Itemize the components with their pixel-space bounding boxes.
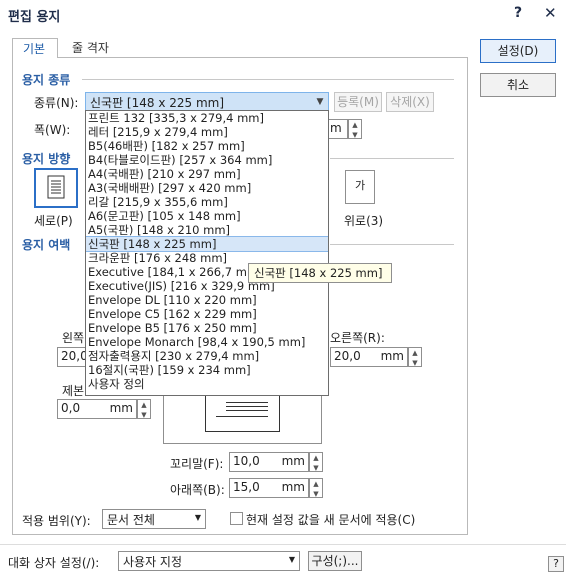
section-margins: 용지 여백: [22, 238, 71, 252]
dropdown-item[interactable]: Envelope B5 [176 x 250 mm]: [86, 321, 328, 335]
dialog-setting-label: 대화 상자 설정(/):: [8, 556, 100, 570]
dropdown-item[interactable]: 리갈 [215,9 x 355,6 mm]: [86, 195, 328, 209]
paper-kind-label: 종류(N):: [34, 96, 79, 110]
right-margin-value: 20,0: [334, 349, 361, 363]
binding-label: 제본: [62, 384, 85, 398]
apply-new-doc-checkbox[interactable]: [230, 512, 243, 525]
bottom-margin-spinner[interactable]: ▲ ▼: [309, 478, 323, 498]
right-margin-input[interactable]: 20,0 mm: [330, 347, 408, 367]
dropdown-item[interactable]: Envelope DL [110 x 220 mm]: [86, 293, 328, 307]
bottom-margin-label: 아래쪽(B):: [170, 483, 225, 497]
dropdown-item[interactable]: 사용자 정의: [86, 377, 328, 391]
close-button[interactable]: ✕: [544, 4, 557, 22]
rotated-glyph: 가: [354, 179, 366, 192]
chevron-down-icon: ▼: [288, 555, 295, 564]
section-divider: [82, 79, 454, 80]
dropdown-item[interactable]: B5(46배판) [182 x 257 mm]: [86, 139, 328, 153]
dropdown-item[interactable]: A4(국배판) [210 x 297 mm]: [86, 167, 328, 181]
dropdown-item[interactable]: 16절지(국판) [159 x 234 mm]: [86, 363, 328, 377]
bottom-margin-input[interactable]: 15,0 mm: [229, 478, 309, 498]
apply-scope-value: 문서 전체: [107, 513, 155, 527]
dropdown-item[interactable]: A3(국배배판) [297 x 420 mm]: [86, 181, 328, 195]
section-orientation: 용지 방향: [22, 152, 71, 166]
config-button[interactable]: 구성(;)...: [308, 551, 362, 571]
dropdown-item[interactable]: A5(국판) [148 x 210 mm]: [86, 223, 328, 237]
dialog-title: 편집 용지: [8, 10, 61, 25]
footer-divider: [0, 544, 566, 545]
delete-button[interactable]: 삭제(X): [386, 92, 434, 112]
help-button[interactable]: ?: [514, 5, 522, 21]
tab-basic[interactable]: 기본: [12, 38, 58, 58]
bottom-margin-unit: mm: [281, 480, 305, 494]
right-margin-unit: mm: [380, 349, 404, 363]
dropdown-item[interactable]: A6(문고판) [105 x 148 mm]: [86, 209, 328, 223]
selection-tooltip: 신국판 [148 x 225 mm]: [248, 263, 392, 283]
section-divider: [330, 158, 454, 159]
right-margin-spinner[interactable]: ▲ ▼: [408, 347, 422, 367]
width-spinner[interactable]: ▲ ▼: [348, 119, 362, 139]
landscape-label: 위로(3): [344, 214, 384, 228]
bottom-margin-value: 15,0: [233, 480, 260, 494]
right-margin-label: 오른쪽(R):: [330, 331, 385, 345]
dialog-setting-select[interactable]: 사용자 지정 ▼: [118, 551, 300, 571]
chevron-down-icon[interactable]: ▼: [312, 93, 328, 111]
apply-scope-label: 적용 범위(Y):: [22, 514, 91, 528]
portrait-label: 세로(P): [34, 214, 73, 228]
tab-line-grid[interactable]: 줄 격자: [62, 38, 124, 58]
dropdown-item[interactable]: Envelope C5 [162 x 229 mm]: [86, 307, 328, 321]
register-button[interactable]: 등록(M): [334, 92, 382, 112]
width-unit-fragment: m: [326, 119, 348, 139]
dropdown-items: 프린트 132 [335,3 x 279,4 mm] 레터 [215,9 x 27…: [86, 111, 328, 391]
cancel-button[interactable]: 취소: [480, 73, 556, 97]
dropdown-item[interactable]: 점자출력용지 [230 x 279,4 mm]: [86, 349, 328, 363]
dropdown-item[interactable]: 레터 [215,9 x 279,4 mm]: [86, 125, 328, 139]
footer-margin-input[interactable]: 10,0 mm: [229, 452, 309, 472]
paper-kind-value: 신국판 [148 x 225 mm]: [90, 96, 225, 110]
section-divider: [330, 244, 454, 245]
ok-button[interactable]: 설정(D): [480, 39, 556, 63]
footer-margin-label: 꼬리말(F):: [170, 457, 224, 471]
footer-help-button[interactable]: ?: [548, 556, 564, 572]
portrait-page-icon: [47, 175, 65, 199]
dropdown-item[interactable]: Envelope Monarch [98,4 x 190,5 mm]: [86, 335, 328, 349]
dropdown-item[interactable]: 신국판 [148 x 225 mm]: [86, 236, 328, 252]
apply-scope-select[interactable]: 문서 전체 ▼: [102, 509, 206, 529]
apply-new-doc-label: 현재 설정 값을 새 문서에 적용(C): [246, 513, 416, 527]
footer-margin-unit: mm: [281, 454, 305, 468]
binding-spinner[interactable]: ▲ ▼: [137, 399, 151, 419]
width-label: 폭(W):: [34, 123, 71, 137]
binding-input[interactable]: 0,0 mm: [57, 399, 137, 419]
footer-margin-value: 10,0: [233, 454, 260, 468]
binding-value: 0,0: [61, 401, 81, 415]
left-margin-label: 왼쪽: [62, 331, 85, 345]
left-margin-input[interactable]: 20,0: [57, 347, 88, 367]
title-bar: [0, 0, 566, 30]
paper-kind-dropdown-list[interactable]: 프린트 132 [335,3 x 279,4 mm] 레터 [215,9 x 27…: [85, 110, 329, 396]
binding-unit: mm: [109, 401, 133, 415]
paper-kind-select[interactable]: 신국판 [148 x 225 mm]: [85, 92, 329, 112]
dropdown-item[interactable]: 프린트 132 [335,3 x 279,4 mm]: [86, 111, 328, 125]
chevron-down-icon: ▼: [194, 513, 201, 522]
footer-margin-spinner[interactable]: ▲ ▼: [309, 452, 323, 472]
section-paper-type: 용지 종류: [22, 73, 71, 87]
dialog-setting-value: 사용자 지정: [123, 555, 183, 569]
rotated-page-icon[interactable]: 가: [345, 170, 375, 204]
portrait-option[interactable]: [34, 168, 78, 208]
dropdown-item[interactable]: B4(타블로이드판) [257 x 364 mm]: [86, 153, 328, 167]
